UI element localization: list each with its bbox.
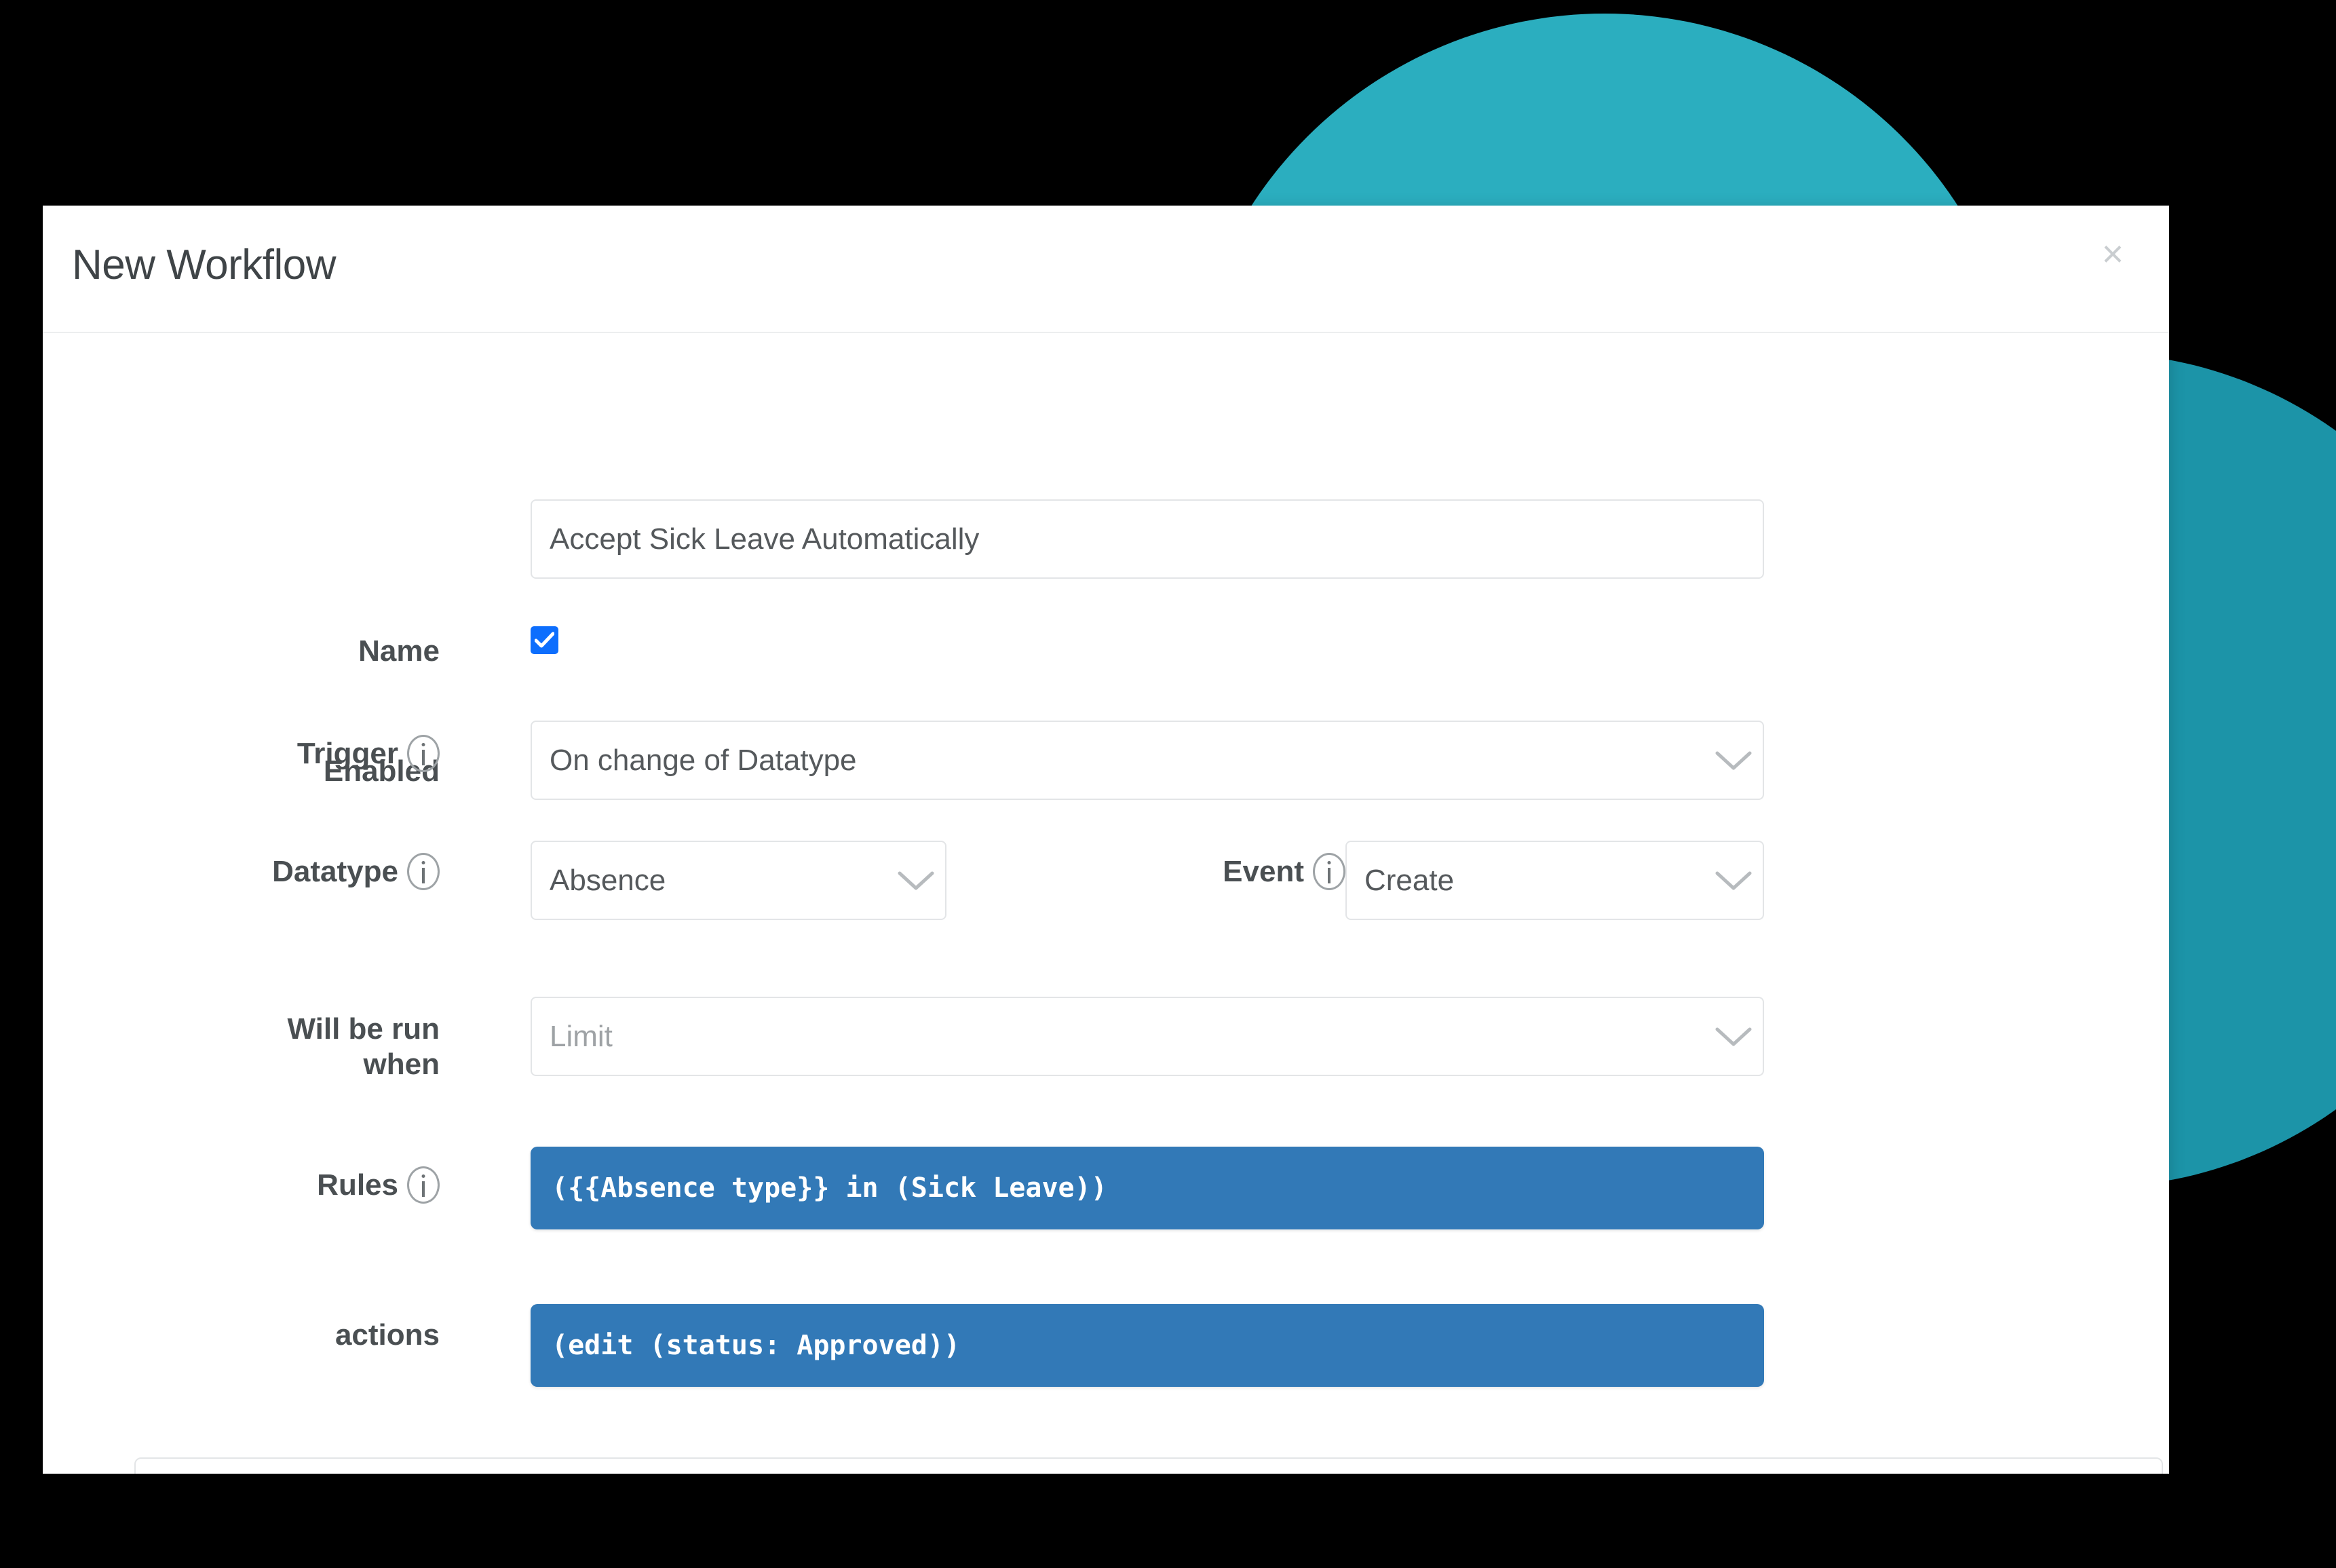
name-label: Name: [189, 634, 440, 669]
datatype-label-text: Datatype: [272, 854, 398, 888]
chevron-down-icon: [887, 870, 945, 892]
notes-textarea[interactable]: [134, 1457, 2163, 1474]
rules-expression[interactable]: ({{Absence type}} in (Sick Leave)): [531, 1147, 1764, 1229]
will-be-run-when-label: Will be run when: [168, 1012, 440, 1082]
trigger-select-value: On change of Datatype: [550, 743, 857, 777]
info-icon[interactable]: [407, 1166, 440, 1204]
checkmark-icon: [535, 632, 554, 648]
datatype-label: Datatype: [141, 853, 440, 890]
dialog-body: Name Enabled Trigger On change of Dat: [43, 333, 2169, 1474]
actions-label: actions: [168, 1318, 440, 1353]
datatype-select-value: Absence: [550, 863, 666, 897]
actions-expression[interactable]: (edit (status: Approved)): [531, 1304, 1764, 1387]
will-be-run-when-label-line2: when: [363, 1047, 440, 1081]
will-be-run-when-select[interactable]: Limit: [531, 997, 1764, 1076]
name-label-text: Name: [358, 634, 440, 668]
dialog-title: New Workflow: [72, 242, 337, 288]
event-label-text: Event: [1223, 854, 1304, 888]
chevron-down-icon: [1704, 870, 1763, 892]
chevron-down-icon: [1704, 750, 1763, 771]
close-icon[interactable]: ×: [2089, 230, 2137, 278]
name-input[interactable]: [531, 499, 1764, 579]
will-be-run-when-select-value: Limit: [550, 1019, 613, 1053]
rules-label: Rules: [168, 1166, 440, 1204]
new-workflow-dialog: New Workflow × Name Enabled Trigger: [43, 206, 2169, 1474]
chevron-down-icon: [1704, 1026, 1763, 1048]
trigger-select[interactable]: On change of Datatype: [531, 721, 1764, 800]
dialog-header: New Workflow ×: [43, 206, 2169, 333]
event-label: Event: [1074, 853, 1345, 890]
info-icon[interactable]: [407, 735, 440, 772]
screen: New Workflow × Name Enabled Trigger: [0, 0, 2336, 1568]
enabled-checkbox[interactable]: [531, 626, 558, 654]
trigger-label-text: Trigger: [296, 736, 398, 770]
info-icon[interactable]: [1313, 853, 1345, 890]
trigger-label: Trigger: [189, 735, 440, 772]
will-be-run-when-label-line1: Will be run: [287, 1012, 440, 1046]
event-select[interactable]: Create: [1345, 841, 1764, 920]
datatype-select[interactable]: Absence: [531, 841, 946, 920]
info-icon[interactable]: [407, 853, 440, 890]
event-select-value: Create: [1364, 863, 1455, 897]
actions-label-text: actions: [334, 1318, 440, 1352]
rules-label-text: Rules: [317, 1168, 398, 1202]
